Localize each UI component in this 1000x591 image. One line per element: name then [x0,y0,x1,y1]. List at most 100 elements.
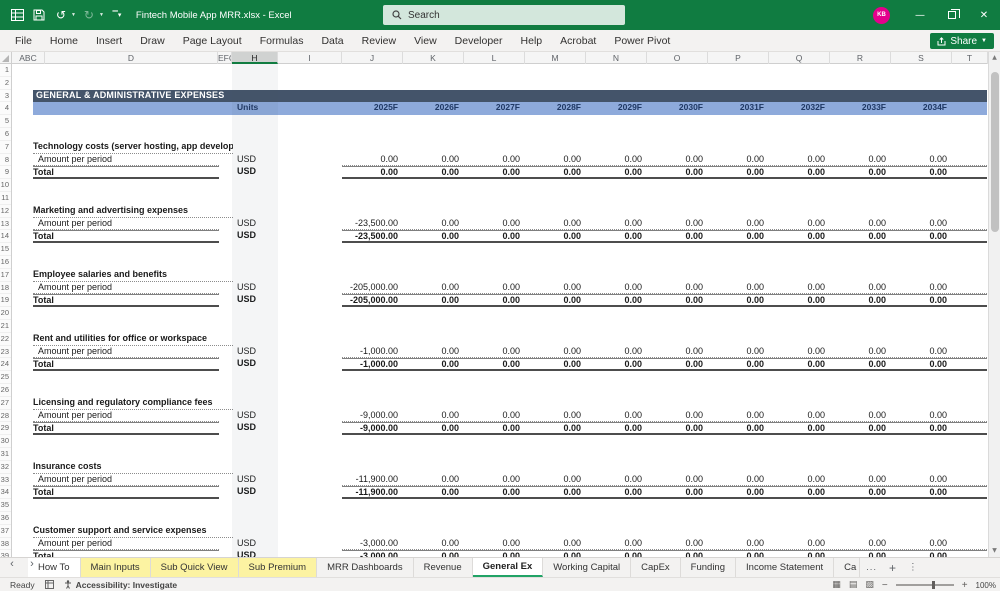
value-cell[interactable]: 0.00 [525,282,586,294]
value-cell[interactable]: 0.00 [891,154,952,166]
row-number-4[interactable]: 4 [0,102,11,116]
amount-label-5[interactable]: Amount per period [33,474,219,487]
column-header-ABC[interactable]: ABC [12,52,45,64]
value-cell[interactable]: 0.00 [586,423,647,433]
sheet-tab-sub-premium[interactable]: Sub Premium [238,558,318,577]
ribbon-tab-acrobat[interactable]: Acrobat [551,30,605,52]
ribbon-tab-formulas[interactable]: Formulas [251,30,313,52]
value-cell[interactable]: 0.00 [525,487,586,497]
value-cell[interactable]: -11,900.00 [342,474,403,486]
value-cell[interactable]: 0.00 [525,474,586,486]
value-cell[interactable]: 0.00 [708,346,769,358]
zoom-slider[interactable] [895,581,954,589]
value-cell[interactable]: 0.00 [708,359,769,369]
value-cell[interactable]: 0.00 [586,538,647,550]
value-cell[interactable]: 0.00 [769,474,830,486]
row-number-29[interactable]: 29 [0,422,11,436]
scroll-up-icon[interactable]: ▲ [989,52,1000,64]
row-number-25[interactable]: 25 [0,371,11,384]
value-cell[interactable]: 0.00 [586,487,647,497]
select-all-corner[interactable] [0,52,12,64]
value-cell[interactable]: 0.00 [464,167,525,177]
sheet-tab-general-ex[interactable]: General Ex [472,558,544,577]
value-cell[interactable]: 0.00 [342,154,403,166]
value-cell[interactable]: 0.00 [891,410,952,422]
amount-label-1[interactable]: Amount per period [33,218,219,231]
value-cell[interactable]: 0.00 [586,359,647,369]
vertical-scroll-thumb[interactable] [991,72,999,232]
value-cell[interactable]: 0.00 [708,474,769,486]
value-cell[interactable]: 0.00 [891,282,952,294]
section-title-1[interactable]: Marketing and advertising expenses [33,205,233,218]
ribbon-tab-help[interactable]: Help [512,30,552,52]
value-cell[interactable]: 0.00 [708,154,769,166]
column-header-K[interactable]: K [403,52,464,64]
value-cell[interactable]: 0.00 [464,538,525,550]
value-cell[interactable]: 0.00 [403,295,464,305]
section-title-3[interactable]: Rent and utilities for office or workspa… [33,333,233,346]
value-cell[interactable]: 0.00 [830,410,891,422]
ribbon-tab-insert[interactable]: Insert [87,30,131,52]
value-cell[interactable]: 0.00 [769,359,830,369]
value-cell[interactable]: 0.00 [647,167,708,177]
value-cell[interactable]: 0.00 [464,295,525,305]
column-header-P[interactable]: P [708,52,769,64]
row-number-26[interactable]: 26 [0,384,11,397]
value-cell[interactable]: 0.00 [647,538,708,550]
sheet-tab-revenue[interactable]: Revenue [414,558,473,577]
row-number-15[interactable]: 15 [0,243,11,256]
values-total-5[interactable]: -11,900.00 0.00 0.00 0.00 0.00 0.00 0.00 0.00 0.… [342,486,987,500]
value-cell[interactable]: 0.00 [464,282,525,294]
row-number-3[interactable]: 3 [0,90,11,103]
section-title-2[interactable]: Employee salaries and benefits [33,269,233,282]
year-header-row[interactable]: Units 2025F 2026F 2027F 2028F 2029F 2030F 2031F… [33,102,987,116]
values-amount-1[interactable]: -23,500.00 0.00 0.00 0.00 0.00 0.00 0.00 0.00 0.… [342,218,987,231]
value-cell[interactable]: 0.00 [586,346,647,358]
total-unit-0[interactable]: USD [237,166,277,179]
value-cell[interactable]: 0.00 [403,167,464,177]
row-number-1[interactable]: 1 [0,64,11,77]
value-cell[interactable]: 0.00 [525,231,586,241]
value-cell[interactable]: 0.00 [830,295,891,305]
value-cell[interactable]: 0.00 [342,167,403,177]
value-cell[interactable]: 0.00 [403,410,464,422]
value-cell[interactable]: 0.00 [708,231,769,241]
row-number-22[interactable]: 22 [0,333,11,346]
share-button[interactable]: Share ▼ [930,33,994,49]
more-tabs-button[interactable]: ... [866,562,877,573]
section-title-6[interactable]: Customer support and service expenses [33,525,233,538]
values-amount-5[interactable]: -11,900.00 0.00 0.00 0.00 0.00 0.00 0.00 0.00 0.… [342,474,987,487]
ribbon-tab-home[interactable]: Home [41,30,87,52]
row-number-21[interactable]: 21 [0,320,11,333]
row-number-8[interactable]: 8 [0,154,11,167]
total-unit-3[interactable]: USD [237,358,277,371]
value-cell[interactable]: -23,500.00 [342,218,403,230]
value-cell[interactable]: 0.00 [891,167,952,177]
amount-label-6[interactable]: Amount per period [33,538,219,551]
column-header-S[interactable]: S [891,52,952,64]
value-cell[interactable]: 0.00 [647,282,708,294]
undo-dropdown-icon[interactable]: ▼ [71,12,76,18]
value-cell[interactable]: 0.00 [403,538,464,550]
row-number-39[interactable]: 39 [0,550,11,557]
sheet-tab-income-statement[interactable]: Income Statement [736,558,835,577]
total-label-6[interactable]: Total [33,550,219,557]
scroll-down-icon[interactable]: ▼ [989,545,1000,557]
value-cell[interactable]: 0.00 [769,487,830,497]
row-number-9[interactable]: 9 [0,166,11,180]
value-cell[interactable]: 0.00 [525,410,586,422]
value-cell[interactable]: 0.00 [403,359,464,369]
value-cell[interactable]: 0.00 [586,167,647,177]
section-banner[interactable]: GENERAL & ADMINISTRATIVE EXPENSES [33,89,987,103]
amount-unit-6[interactable]: USD [237,538,277,551]
value-cell[interactable]: 0.00 [830,359,891,369]
sheet-tab-ca[interactable]: Ca [834,558,861,577]
value-cell[interactable]: -9,000.00 [342,423,403,433]
value-cell[interactable]: 0.00 [647,346,708,358]
sheet-tab-mrr-dashboards[interactable]: MRR Dashboards [317,558,414,577]
value-cell[interactable]: 0.00 [403,423,464,433]
section-title-5[interactable]: Insurance costs [33,461,233,474]
value-cell[interactable]: 0.00 [586,282,647,294]
row-number-35[interactable]: 35 [0,499,11,512]
value-cell[interactable]: 0.00 [464,359,525,369]
